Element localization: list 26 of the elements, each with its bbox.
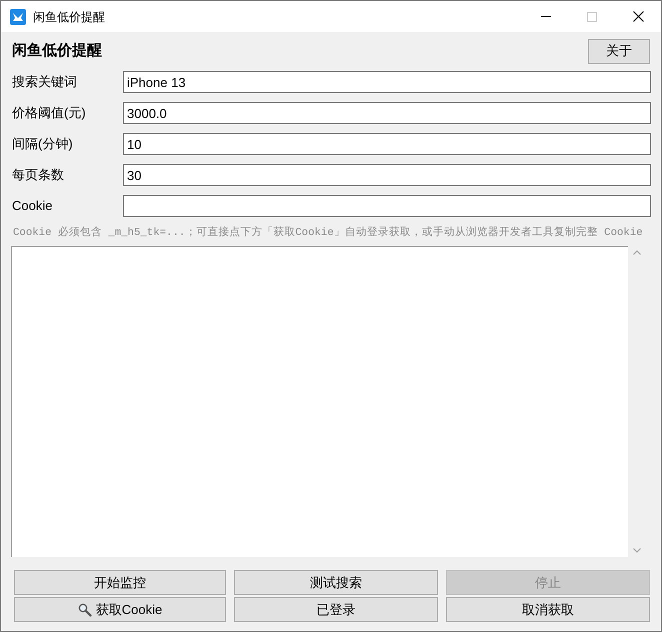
close-icon — [632, 11, 644, 22]
input-field[interactable]: 10 — [123, 133, 651, 155]
about-button[interactable]: 关于 — [588, 38, 650, 64]
action-button[interactable]: 取消获取 — [446, 597, 650, 622]
action-button[interactable]: 测试搜索 — [234, 570, 438, 596]
field-label: Cookie — [11, 197, 54, 216]
app-logo-icon — [10, 8, 26, 24]
input-field[interactable] — [123, 195, 651, 217]
cookie-hint: Cookie 必须包含 _m_h5_tk=...；可直接点下方「获取Cookie」自动登录获取，或手动从浏览器开发者工具复制完整 Cookie — [12, 227, 643, 239]
action-button[interactable]: 获取Cookie — [14, 597, 226, 622]
scroll-up-icon[interactable] — [632, 250, 640, 256]
field-label: 价格阈值(元) — [11, 104, 87, 122]
action-button[interactable]: 开始监控 — [14, 570, 226, 596]
magnifier-icon — [78, 602, 92, 617]
action-button[interactable]: 已登录 — [234, 597, 438, 622]
field-label: 每页条数 — [11, 166, 65, 184]
window-title: 闲鱼低价提醒 — [33, 10, 105, 22]
field-label: 搜索关键词 — [11, 73, 78, 92]
input-field[interactable]: 3000.0 — [123, 102, 651, 124]
input-field[interactable]: 30 — [123, 164, 651, 186]
field-label: 间隔(分钟) — [11, 135, 74, 154]
scroll-down-icon[interactable] — [632, 548, 640, 554]
maximize-icon — [587, 12, 597, 22]
minimize-icon — [541, 16, 551, 17]
app-heading: 闲鱼低价提醒 — [11, 40, 102, 61]
input-field[interactable]: iPhone 13 — [123, 71, 651, 93]
